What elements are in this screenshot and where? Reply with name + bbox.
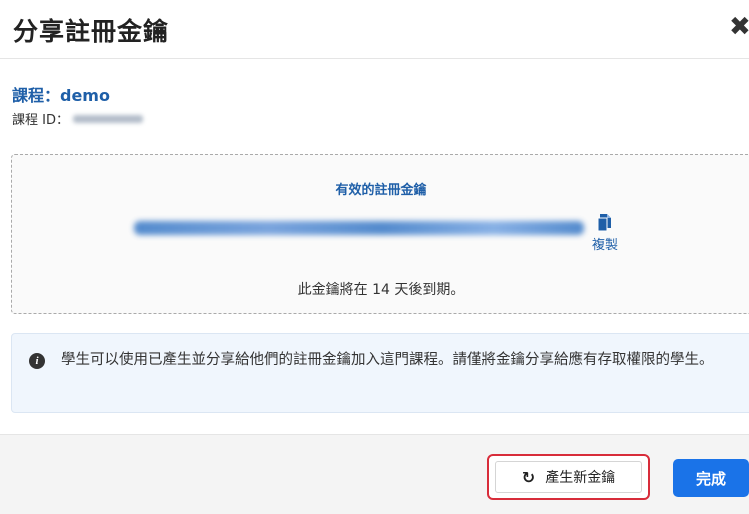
copy-label: 複製	[591, 238, 618, 253]
regenerate-key-label: 產生新金鑰	[545, 470, 616, 486]
close-icon[interactable]: ✖	[729, 13, 749, 41]
dialog-footer: ↻ 產生新金鑰 完成	[0, 434, 749, 514]
course-id: 課程 ID：	[12, 109, 143, 128]
enrollment-key-heading: 有效的註冊金鑰	[335, 183, 427, 198]
copy-icon	[597, 214, 611, 232]
copy-button[interactable]: 複製	[584, 213, 626, 253]
regenerate-key-button[interactable]: ↻ 產生新金鑰	[487, 454, 650, 500]
enrollment-key-box: 有效的註冊金鑰 複製 此金鑰將在 14 天後到期。	[11, 154, 749, 314]
refresh-icon: ↻	[521, 467, 536, 487]
info-circle-icon: i	[29, 353, 45, 369]
dialog-header: 分享註冊金鑰 ✖	[0, 0, 749, 59]
key-expiry-text: 此金鑰將在 14 天後到期。	[297, 282, 465, 298]
enrollment-key-value-redacted	[134, 221, 584, 235]
regenerate-key-button-inner: ↻ 產生新金鑰	[495, 461, 642, 493]
dialog-title: 分享註冊金鑰	[13, 17, 170, 46]
info-text: 學生可以使用已產生並分享給他們的註冊金鑰加入這門課程。請僅將金鑰分享給應有存取權…	[61, 352, 714, 368]
info-alert: i 學生可以使用已產生並分享給他們的註冊金鑰加入這門課程。請僅將金鑰分享給應有存…	[11, 333, 749, 413]
course-name: 課程：demo	[12, 86, 110, 105]
done-button[interactable]: 完成	[673, 459, 749, 497]
share-enrollment-key-dialog: 分享註冊金鑰 ✖ 課程：demo 課程 ID： 有效的註冊金鑰 複製 此金鑰將在…	[0, 0, 749, 514]
course-id-value-redacted	[72, 114, 143, 123]
course-id-label: 課程 ID：	[12, 113, 69, 128]
